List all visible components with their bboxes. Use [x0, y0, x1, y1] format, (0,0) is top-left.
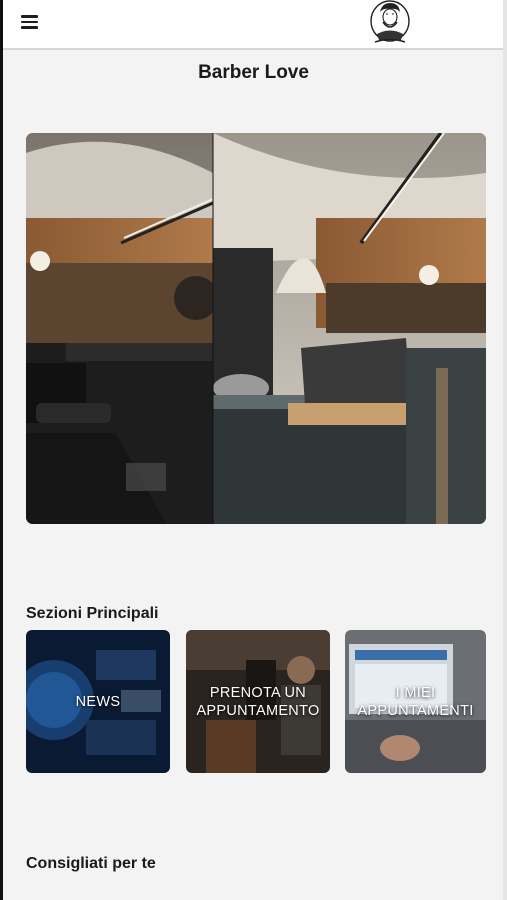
- barber-logo-icon: [370, 0, 410, 43]
- top-app-bar: [3, 0, 503, 50]
- main-sections-title: Sezioni Principali: [26, 605, 159, 622]
- tile-book-appointment[interactable]: PRENOTA UN APPUNTAMENTO: [186, 630, 330, 773]
- hero-image: [26, 133, 486, 524]
- tile-my-appointments[interactable]: I MIEI APPUNTAMENTI: [345, 630, 486, 773]
- page-title: Barber Love: [198, 62, 309, 83]
- tile-book-appointment-label: PRENOTA UN APPUNTAMENTO: [196, 684, 320, 719]
- tile-news-label: NEWS: [75, 693, 121, 710]
- hamburger-menu-icon[interactable]: [17, 12, 41, 34]
- recommended-title: Consigliati per te: [26, 855, 156, 872]
- scrollbar-track[interactable]: [503, 0, 507, 900]
- tile-my-appointments-label: I MIEI APPUNTAMENTI: [357, 684, 474, 719]
- window-edge: [0, 0, 3, 900]
- tile-news[interactable]: NEWS: [26, 630, 170, 773]
